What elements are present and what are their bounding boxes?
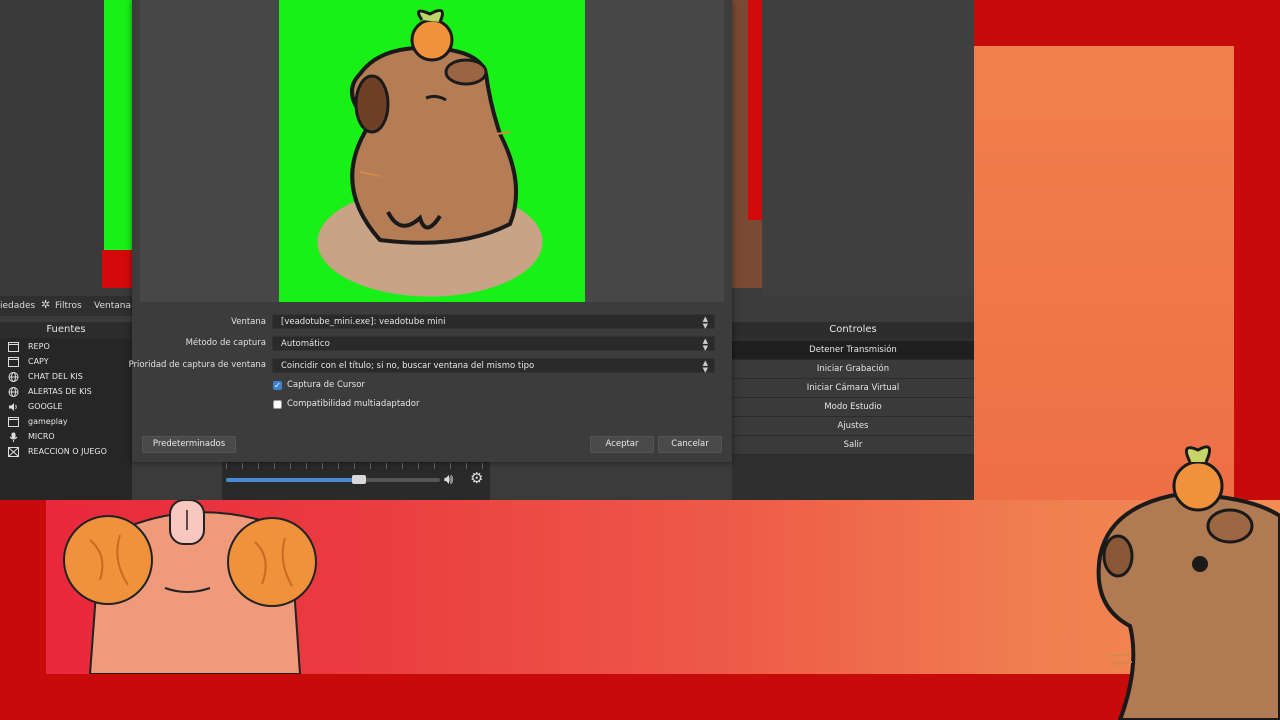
stream-overlay-gradient-panel: [974, 46, 1234, 501]
capture-method-select[interactable]: Automático ▲ ▼: [272, 336, 715, 352]
source-label: REACCION O JUEGO: [28, 447, 107, 456]
source-label: GOOGLE: [28, 402, 63, 411]
stream-overlay-red-top: [974, 0, 1280, 46]
source-label: CAPY: [28, 357, 49, 366]
capture-method-label: Método de captura: [185, 338, 266, 348]
source-toolbar: iedades ✲ Filtros Ventana: [0, 296, 140, 316]
cancel-button[interactable]: Cancelar: [658, 436, 722, 453]
list-item[interactable]: MICRO: [0, 430, 132, 445]
stop-streaming-button[interactable]: Detener Transmisión: [732, 341, 974, 360]
chevron-down-icon: ▼: [702, 322, 708, 330]
list-item[interactable]: REACCION O JUEGO: [0, 445, 132, 460]
sources-dock-title: Fuentes: [0, 322, 132, 338]
list-item[interactable]: gameplay: [0, 415, 132, 430]
studio-mode-button[interactable]: Modo Estudio: [732, 398, 974, 417]
window-capture-icon: [8, 417, 19, 427]
source-label: MICRO: [28, 432, 55, 441]
audio-output-icon: [9, 403, 17, 411]
multiadapter-label: Compatibilidad multiadaptador: [287, 399, 420, 409]
window-button[interactable]: Ventana: [94, 301, 131, 311]
chevron-down-icon: ▼: [702, 344, 708, 352]
source-label: REPO: [28, 342, 50, 351]
gear-icon[interactable]: ⚙: [470, 469, 483, 487]
window-capture-icon: [8, 357, 19, 367]
preview-chroma-green-left: [104, 0, 132, 250]
capybara-mascot-illustration: [1096, 445, 1280, 720]
controls-dock-title: Controles: [732, 322, 974, 338]
window-capture-icon: [8, 342, 19, 352]
preview-red-block: [102, 250, 132, 288]
preview-right-area: [762, 0, 974, 296]
start-virtual-camera-button[interactable]: Iniciar Cámara Virtual: [732, 379, 974, 398]
browser-source-icon: [8, 387, 19, 397]
source-label: CHAT DEL KIS: [28, 372, 83, 381]
preview-right-red: [748, 0, 762, 220]
browser-source-icon: [8, 372, 19, 382]
window-priority-select[interactable]: Coincidir con el título; si no, buscar v…: [272, 358, 715, 374]
filters-button[interactable]: Filtros: [55, 301, 82, 311]
list-item[interactable]: REPO: [0, 340, 132, 355]
window-priority-value: Coincidir con el título; si no, buscar v…: [281, 361, 535, 371]
mixer-db-scale: [226, 463, 488, 469]
chevron-down-icon: ▼: [702, 366, 708, 374]
accept-button[interactable]: Aceptar: [590, 436, 654, 453]
microphone-icon: [9, 432, 18, 442]
window-select[interactable]: [veadotube_mini.exe]: veadotube mini ▲ ▼: [272, 314, 715, 330]
game-capture-icon: [8, 447, 19, 457]
source-label: ALERTAS DE KIS: [28, 387, 92, 396]
list-item[interactable]: GOOGLE: [0, 400, 132, 415]
multiadapter-checkbox[interactable]: [273, 400, 282, 409]
defaults-button[interactable]: Predeterminados: [142, 436, 236, 453]
settings-button[interactable]: Ajustes: [732, 417, 974, 436]
properties-button[interactable]: iedades: [0, 301, 35, 311]
exit-button[interactable]: Salir: [732, 436, 974, 455]
sources-list[interactable]: REPO CAPY CHAT DEL KIS ALERTAS DE KIS GO…: [0, 338, 132, 500]
speaker-icon[interactable]: 🔊︎: [444, 470, 453, 488]
capture-cursor-label: Captura de Cursor: [287, 380, 365, 390]
capture-cursor-checkbox[interactable]: ✓: [273, 381, 282, 390]
list-item[interactable]: CHAT DEL KIS: [0, 370, 132, 385]
capture-method-value: Automático: [281, 339, 330, 349]
list-item[interactable]: ALERTAS DE KIS: [0, 385, 132, 400]
window-priority-label: Prioridad de captura de ventana: [128, 360, 266, 370]
capybara-cheer-illustration: [63, 500, 317, 674]
capybara-preview-illustration: [317, 8, 543, 297]
stream-overlay-red-left: [0, 500, 46, 674]
start-recording-button[interactable]: Iniciar Grabación: [732, 360, 974, 379]
source-label: gameplay: [28, 417, 68, 426]
volume-slider-fill: [226, 478, 359, 482]
window-label: Ventana: [231, 317, 266, 327]
volume-slider-handle[interactable]: [352, 475, 366, 484]
filter-icon: ✲: [41, 298, 51, 311]
window-select-value: [veadotube_mini.exe]: veadotube mini: [281, 317, 446, 327]
list-item[interactable]: CAPY: [0, 355, 132, 370]
